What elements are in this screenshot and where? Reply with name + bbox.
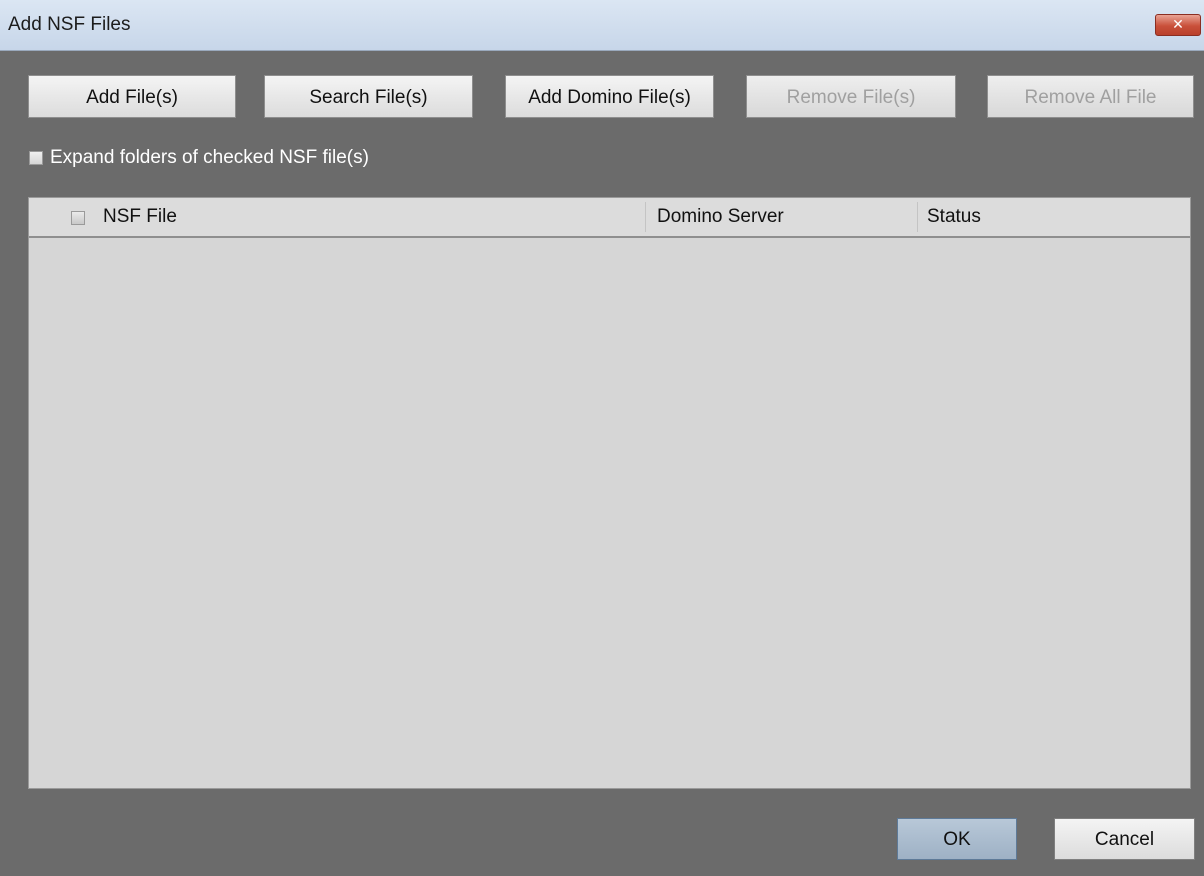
cancel-button[interactable]: Cancel — [1054, 818, 1195, 860]
column-header-nsf-file[interactable]: NSF File — [103, 198, 177, 236]
column-header-domino-server[interactable]: Domino Server — [657, 198, 784, 236]
column-divider[interactable] — [645, 202, 646, 232]
list-header: NSF File Domino Server Status — [29, 198, 1190, 238]
search-files-button[interactable]: Search File(s) — [264, 75, 473, 118]
remove-all-file-button[interactable]: Remove All File — [987, 75, 1194, 118]
expand-folders-label: Expand folders of checked NSF file(s) — [50, 147, 369, 168]
select-all-checkbox[interactable] — [71, 211, 85, 225]
ok-button[interactable]: OK — [897, 818, 1017, 860]
window-title: Add NSF Files — [8, 14, 131, 35]
close-icon: ✕ — [1172, 17, 1184, 33]
column-header-status[interactable]: Status — [927, 198, 981, 236]
expand-folders-option[interactable]: Expand folders of checked NSF file(s) — [29, 146, 369, 170]
nsf-file-list[interactable]: NSF File Domino Server Status — [28, 197, 1191, 789]
add-files-button[interactable]: Add File(s) — [28, 75, 236, 118]
expand-folders-checkbox[interactable] — [29, 151, 43, 165]
title-bar: Add NSF Files ✕ — [0, 0, 1204, 51]
add-domino-files-button[interactable]: Add Domino File(s) — [505, 75, 714, 118]
column-divider[interactable] — [917, 202, 918, 232]
close-button[interactable]: ✕ — [1155, 14, 1201, 36]
remove-files-button[interactable]: Remove File(s) — [746, 75, 956, 118]
